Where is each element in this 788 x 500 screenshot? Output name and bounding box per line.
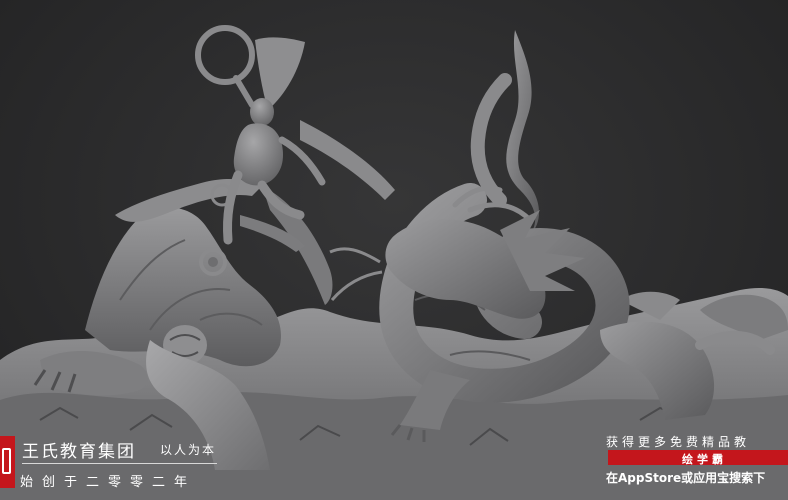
brand-logo — [0, 436, 15, 488]
promo-block: 获得更多免费精品教 绘学霸 在AppStore或应用宝搜索下 — [600, 430, 788, 500]
brand-name: 王氏教育集团 — [22, 442, 136, 462]
promo-headline: 获得更多免费精品教 — [606, 435, 751, 449]
sculpture-render-image: 王氏教育集团 以人为本 始创于二零零二年 获得更多免费精品教 绘学霸 在AppS… — [0, 0, 788, 500]
logo-glyph-icon — [2, 448, 11, 474]
promo-instruction: 在AppStore或应用宝搜索下 — [606, 471, 766, 485]
brand-founded: 始创于二零零二年 — [20, 475, 197, 490]
promo-app-bar: 绘学霸 — [608, 450, 788, 466]
promo-app-name: 绘学霸 — [682, 453, 727, 466]
sculpture-scene — [0, 25, 788, 500]
brand-divider — [22, 463, 217, 464]
brand-slogan: 以人为本 — [160, 443, 217, 457]
brand-block: 王氏教育集团 以人为本 始创于二零零二年 — [0, 434, 260, 494]
